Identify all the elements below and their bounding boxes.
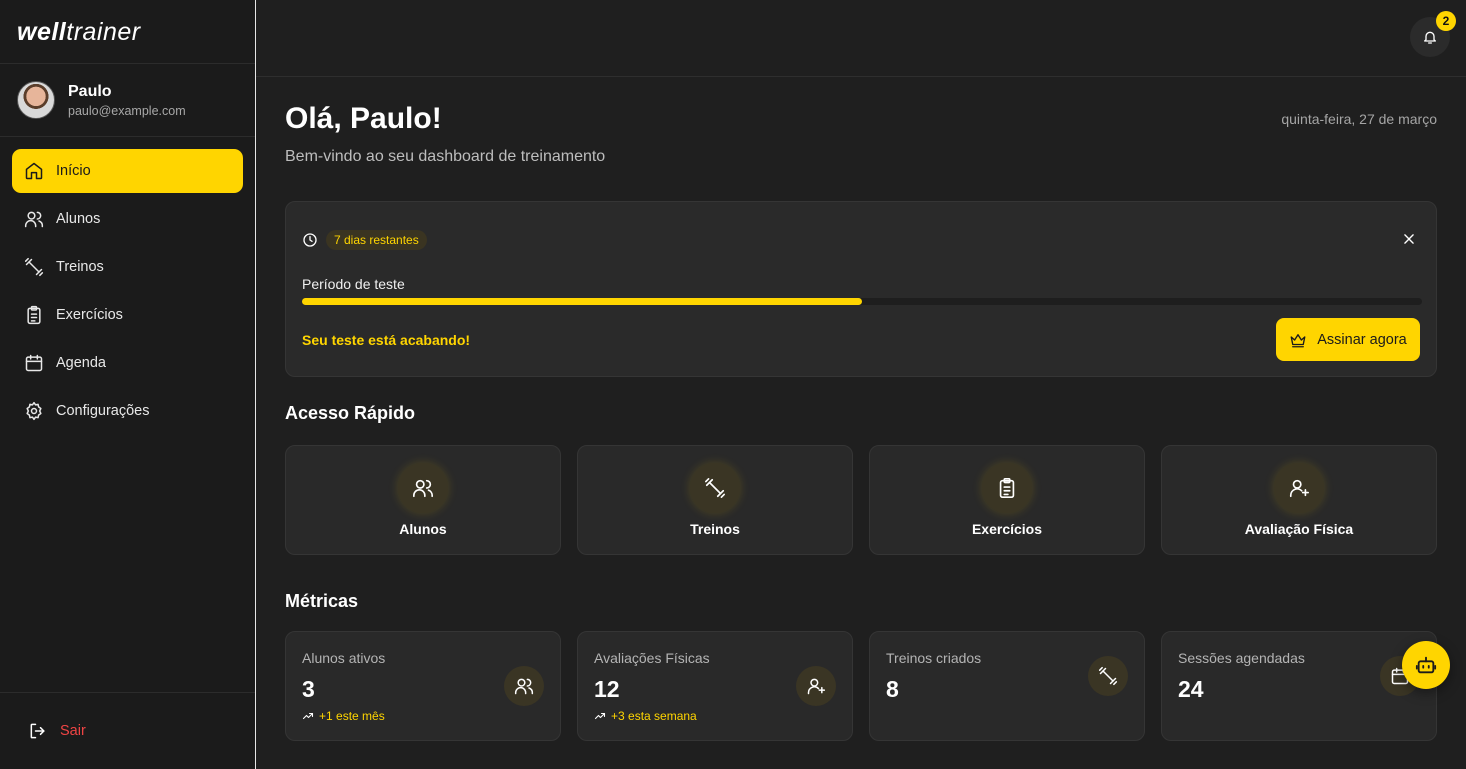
top-bar: 2 [256, 0, 1466, 77]
quick-access-icon-wrap [982, 463, 1032, 513]
calendar-icon [25, 354, 43, 372]
metric-label: Sessões agendadas [1178, 650, 1305, 666]
gear-icon [26, 401, 42, 421]
trend-up-icon [302, 712, 314, 720]
sidebar-item-exercicios[interactable]: Exercícios [12, 293, 243, 337]
avatar [17, 81, 55, 119]
metrics-title: Métricas [285, 591, 359, 611]
logout-label: Sair [60, 723, 86, 739]
quick-access-alunos[interactable]: Alunos [285, 445, 561, 555]
metric-label: Treinos criados [886, 650, 982, 666]
metric-icon-wrap [796, 666, 836, 706]
logo-bold: well [17, 18, 67, 46]
clipboard-icon [999, 478, 1015, 498]
app-logo[interactable]: welltrainer [0, 0, 255, 64]
sidebar-item-label: Alunos [56, 211, 101, 227]
metric-card-avaliacoes-fisicas: Avaliações Físicas 12 +3 esta semana [577, 631, 853, 741]
sidebar-item-label: Configurações [56, 403, 150, 419]
metric-card-alunos-ativos: Alunos ativos 3 +1 este mês [285, 631, 561, 741]
sidebar-item-label: Início [56, 163, 91, 179]
quick-access-label: Treinos [690, 521, 740, 537]
trial-label: Período de teste [302, 276, 405, 292]
current-date: quinta-feira, 27 de março [1281, 111, 1437, 127]
metric-trend: +3 esta semana [594, 709, 697, 723]
users-icon [24, 211, 44, 228]
metric-card-sessoes-agendadas: Sessões agendadas 24 [1161, 631, 1437, 741]
metric-value: 8 [886, 676, 899, 702]
metric-value: 12 [594, 676, 620, 702]
trial-progress-bar [302, 298, 1422, 305]
home-icon [25, 162, 43, 180]
sidebar-item-agenda[interactable]: Agenda [12, 341, 243, 385]
quick-access-avaliacao-fisica[interactable]: Avaliação Física [1161, 445, 1437, 555]
sidebar: welltrainer Paulo paulo@example.com Iníc… [0, 0, 256, 769]
sidebar-item-alunos[interactable]: Alunos [12, 197, 243, 241]
quick-access-icon-wrap [398, 463, 448, 513]
trial-progress-fill [302, 298, 862, 305]
subscribe-label: Assinar agora [1317, 331, 1407, 348]
bell-icon [1424, 31, 1436, 44]
subscribe-button[interactable]: Assinar agora [1276, 318, 1420, 361]
sidebar-item-treinos[interactable]: Treinos [12, 245, 243, 289]
dumbbell-icon [24, 257, 44, 277]
notification-count-badge: 2 [1436, 11, 1456, 31]
metric-label: Avaliações Físicas [594, 650, 710, 666]
assistant-bot-button[interactable] [1402, 641, 1450, 689]
user-name: Paulo [68, 82, 112, 100]
users-icon [413, 479, 433, 498]
metric-trend-text: +1 este mês [319, 709, 385, 723]
clock-icon [303, 233, 317, 247]
sidebar-item-inicio[interactable]: Início [12, 149, 243, 193]
quick-access-label: Exercícios [971, 521, 1043, 537]
close-button[interactable] [1402, 232, 1416, 246]
quick-access-treinos[interactable]: Treinos [577, 445, 853, 555]
metric-value: 3 [302, 676, 315, 702]
clipboard-icon [27, 305, 41, 325]
user-plus-icon [807, 678, 826, 695]
user-email: paulo@example.com [68, 103, 186, 118]
quick-access-exercicios[interactable]: Exercícios [869, 445, 1145, 555]
metric-icon-wrap [1088, 656, 1128, 696]
metric-card-treinos-criados: Treinos criados 8 [869, 631, 1145, 741]
metric-icon-wrap [504, 666, 544, 706]
sidebar-item-label: Exercícios [56, 307, 123, 323]
user-profile[interactable]: Paulo paulo@example.com [0, 64, 255, 137]
crown-icon [1290, 333, 1306, 347]
dumbbell-icon [1098, 666, 1118, 686]
logout-button[interactable]: Sair [28, 721, 86, 741]
trial-days-badge: 7 dias restantes [326, 230, 427, 250]
metric-trend-text: +3 esta semana [611, 709, 697, 723]
close-icon [1404, 234, 1414, 244]
metric-label: Alunos ativos [302, 650, 386, 666]
logo-light: trainer [66, 18, 141, 46]
trend-up-icon [594, 712, 606, 720]
bot-icon [1415, 656, 1437, 674]
sidebar-item-label: Agenda [56, 355, 106, 371]
user-plus-icon [1289, 479, 1309, 498]
quick-access-title: Acesso Rápido [285, 403, 416, 423]
quick-access-label: Avaliação Física [1244, 521, 1354, 537]
trial-banner: 7 dias restantes Período de teste Seu te… [285, 201, 1437, 377]
sidebar-item-configuracoes[interactable]: Configurações [12, 389, 243, 433]
notifications-button[interactable]: 2 [1410, 11, 1456, 57]
page-title: Olá, Paulo! [285, 102, 442, 135]
metric-value: 24 [1178, 676, 1204, 702]
sidebar-item-label: Treinos [56, 259, 104, 275]
users-icon [514, 678, 534, 695]
page-subtitle: Bem-vindo ao seu dashboard de treinament… [285, 148, 606, 165]
metric-trend: +1 este mês [302, 709, 385, 723]
sidebar-footer: Sair [0, 692, 255, 769]
logout-icon [30, 723, 45, 739]
trial-warning: Seu teste está acabando! [302, 332, 471, 348]
sidebar-nav: Início Alunos Treinos Exercícios Agenda … [0, 137, 255, 433]
quick-access-label: Alunos [399, 521, 447, 537]
quick-access-icon-wrap [690, 463, 740, 513]
dumbbell-icon [705, 478, 725, 498]
quick-access-icon-wrap [1274, 463, 1324, 513]
